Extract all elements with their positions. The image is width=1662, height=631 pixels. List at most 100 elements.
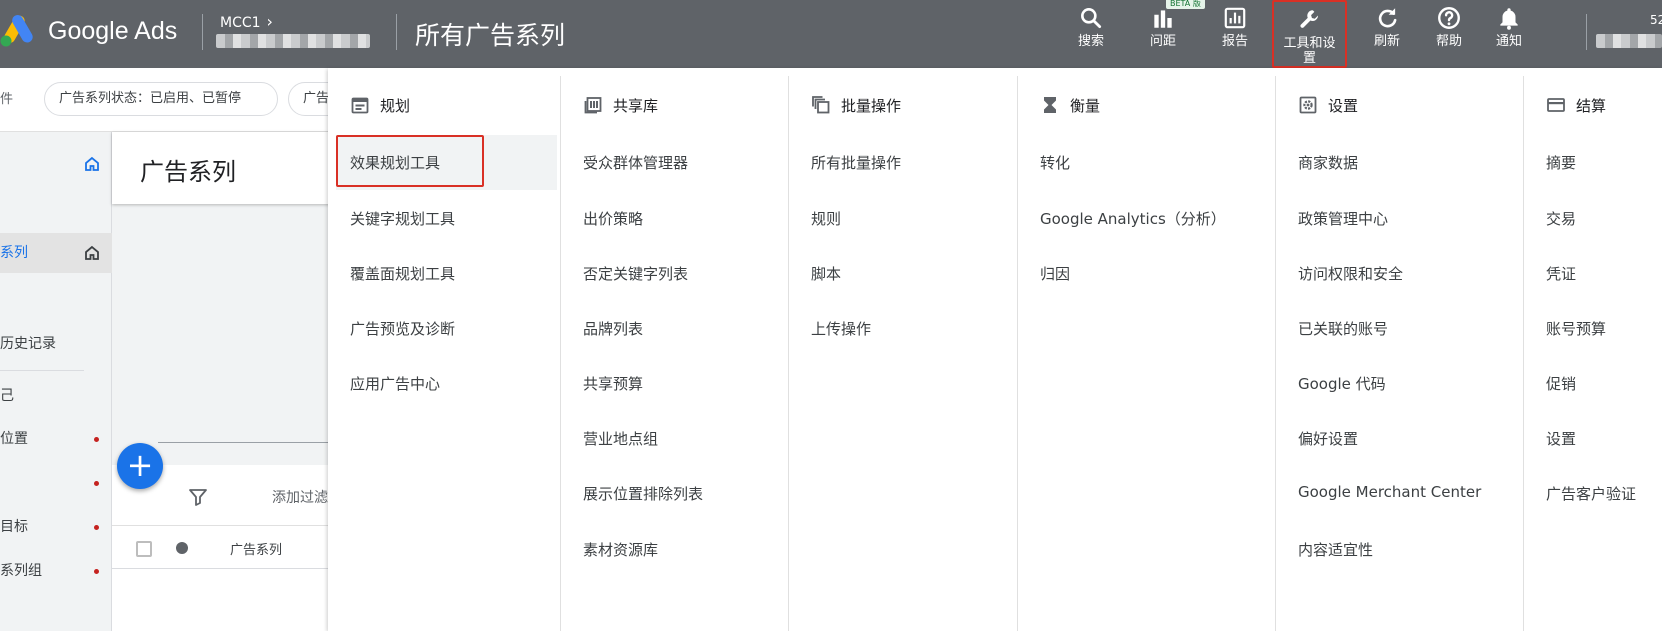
menu-item-business-data[interactable]: 商家数据: [1298, 152, 1358, 173]
menu-item-negative-keyword-lists[interactable]: 否定关键字列表: [583, 263, 688, 284]
account-id-redacted: [216, 34, 370, 48]
menu-item-asset-library[interactable]: 素材资源库: [583, 539, 658, 560]
tool-label: 帮助: [1435, 34, 1462, 49]
calendar-icon: [351, 97, 369, 114]
main-content: 广告系列 添加过滤 + 广告系列: [112, 132, 330, 631]
menu-item-scripts[interactable]: 脚本: [811, 263, 841, 284]
menu-item-shared-budgets[interactable]: 共享预算: [583, 373, 643, 394]
insights-button[interactable]: BETA 版 问距: [1142, 0, 1205, 68]
tool-label: 搜索: [1077, 34, 1104, 49]
tool-label: 通知: [1495, 34, 1522, 49]
sidebar-item-goals[interactable]: 目标: [0, 507, 112, 547]
menu-column-measurement: 衡量 转化 Google Analytics（分析） 归因: [1018, 68, 1275, 631]
brand-name[interactable]: Google Ads: [48, 17, 177, 46]
add-button[interactable]: +: [117, 443, 163, 489]
search-button[interactable]: 搜索: [1070, 0, 1112, 68]
home-icon[interactable]: [84, 156, 100, 172]
column-header-campaign[interactable]: 广告系列: [230, 539, 282, 558]
menu-column-planning: 规划 效果规划工具 关键字规划工具 覆盖面规划工具 广告预览及诊断 应用广告中心: [328, 68, 560, 631]
menu-item-all-bulk-actions[interactable]: 所有批量操作: [811, 152, 901, 173]
sidebar-item-5[interactable]: [0, 463, 112, 503]
menu-item-conversions[interactable]: 转化: [1040, 152, 1070, 173]
library-icon: [584, 97, 602, 114]
sidebar-item-placements[interactable]: 位置: [0, 419, 112, 459]
reports-button[interactable]: 报告: [1214, 0, 1256, 68]
menu-item-keyword-planner[interactable]: 关键字规划工具: [350, 208, 455, 229]
menu-item-uploads[interactable]: 上传操作: [811, 318, 871, 339]
heading-label: 衡量: [1070, 96, 1101, 115]
bell-icon: [1500, 8, 1518, 30]
menu-column-heading: 结算: [1546, 93, 1606, 117]
menu-item-advertiser-verification[interactable]: 广告客户验证: [1546, 483, 1636, 504]
main-title: 广告系列: [140, 158, 236, 186]
home-icon: [85, 245, 99, 260]
menu-item-placement-exclusion-lists[interactable]: 展示位置排除列表: [583, 483, 703, 504]
menu-item-access-and-security[interactable]: 访问权限和安全: [1298, 263, 1403, 284]
menu-item-promotions[interactable]: 促销: [1546, 373, 1576, 394]
menu-item-rules[interactable]: 规则: [811, 208, 841, 229]
menu-column-billing: 结算 摘要 交易 凭证 账号预算 促销 设置 广告客户验证: [1524, 68, 1662, 631]
menu-item-preferences[interactable]: 偏好设置: [1298, 428, 1358, 449]
tool-label: 刷新: [1373, 34, 1400, 49]
copy-icon: [812, 96, 830, 114]
campaign-status-chip[interactable]: 广告系列状态：已启用、已暂停: [44, 82, 278, 116]
top-header: Google Ads MCC1 › 所有广告系列 搜索 BETA 版 问距 报告 …: [0, 0, 1662, 68]
filter-label: 件: [0, 92, 14, 107]
alert-dot: [94, 525, 99, 530]
sidebar-item-label: 目标: [0, 519, 28, 535]
add-filter-button[interactable]: 添加过滤: [272, 487, 328, 507]
tools-and-settings-button[interactable]: 工具和设 置: [1272, 0, 1347, 68]
help-button[interactable]: 帮助: [1428, 0, 1470, 68]
heading-label: 批量操作: [841, 96, 902, 115]
google-ads-logo-icon[interactable]: [0, 14, 36, 48]
menu-item-documents[interactable]: 凭证: [1546, 263, 1576, 284]
menu-item-audience-manager[interactable]: 受众群体管理器: [583, 152, 688, 173]
account-selector[interactable]: MCC1 ›: [220, 12, 273, 31]
menu-item-linked-accounts[interactable]: 已关联的账号: [1298, 318, 1388, 339]
menu-item-google-analytics[interactable]: Google Analytics（分析）: [1040, 208, 1226, 229]
menu-item-summary[interactable]: 摘要: [1546, 152, 1576, 173]
menu-item-reach-planner[interactable]: 覆盖面规划工具: [350, 263, 455, 284]
menu-item-transactions[interactable]: 交易: [1546, 208, 1576, 229]
menu-item-ad-preview[interactable]: 广告预览及诊断: [350, 318, 455, 339]
sidebar-item-history[interactable]: 历史记录: [0, 324, 112, 364]
title-card: 广告系列: [112, 132, 330, 204]
menu-column-setup: 设置 商家数据 政策管理中心 访问权限和安全 已关联的账号 Google 代码 …: [1276, 68, 1523, 631]
sidebar-item-campaigns[interactable]: 系列: [0, 233, 112, 273]
report-icon: [1224, 7, 1246, 29]
sidebar-item-campaign-groups[interactable]: 系列组: [0, 551, 112, 591]
table-body: [112, 569, 330, 631]
help-icon: [1438, 7, 1460, 29]
header-divider: [396, 14, 397, 50]
menu-item-policy-manager[interactable]: 政策管理中心: [1298, 208, 1388, 229]
menu-item-content-suitability[interactable]: 内容适宜性: [1298, 539, 1373, 560]
user-info-redacted: [1596, 34, 1662, 48]
heading-label: 结算: [1576, 96, 1607, 115]
menu-item-google-merchant-center[interactable]: Google Merchant Center: [1298, 483, 1481, 501]
header-divider: [202, 14, 203, 50]
notifications-button[interactable]: 通知: [1488, 0, 1530, 68]
refresh-button[interactable]: 刷新: [1366, 0, 1408, 68]
menu-item-app-advertising-hub[interactable]: 应用广告中心: [350, 373, 440, 394]
alert-dot: [94, 437, 99, 442]
table-header: 广告系列: [112, 525, 330, 569]
select-all-checkbox[interactable]: [136, 541, 152, 557]
left-sidebar: 系列 历史记录 己 位置 目标 系列组: [0, 132, 112, 631]
alert-dot: [94, 481, 99, 486]
sidebar-item-label: 历史记录: [0, 336, 56, 352]
menu-item-account-budgets[interactable]: 账号预算: [1546, 318, 1606, 339]
menu-item-billing-settings[interactable]: 设置: [1546, 428, 1576, 449]
filter-icon[interactable]: [188, 487, 208, 507]
filter-bar: 件 广告系列状态：已启用、已暂停 广告: [0, 68, 348, 132]
menu-item-brand-lists[interactable]: 品牌列表: [583, 318, 643, 339]
menu-item-google-tag[interactable]: Google 代码: [1298, 373, 1386, 394]
hourglass-icon: [1044, 97, 1056, 113]
chart-baseline: [158, 442, 330, 443]
menu-item-bid-strategies[interactable]: 出价策略: [583, 208, 643, 229]
menu-item-attribution[interactable]: 归因: [1040, 263, 1070, 284]
menu-column-heading: 衡量: [1040, 93, 1100, 117]
sidebar-item-3[interactable]: 己: [0, 376, 112, 416]
beta-badge: BETA 版: [1166, 0, 1205, 9]
highlight-box: [336, 135, 484, 187]
menu-item-location-groups[interactable]: 营业地点组: [583, 428, 658, 449]
